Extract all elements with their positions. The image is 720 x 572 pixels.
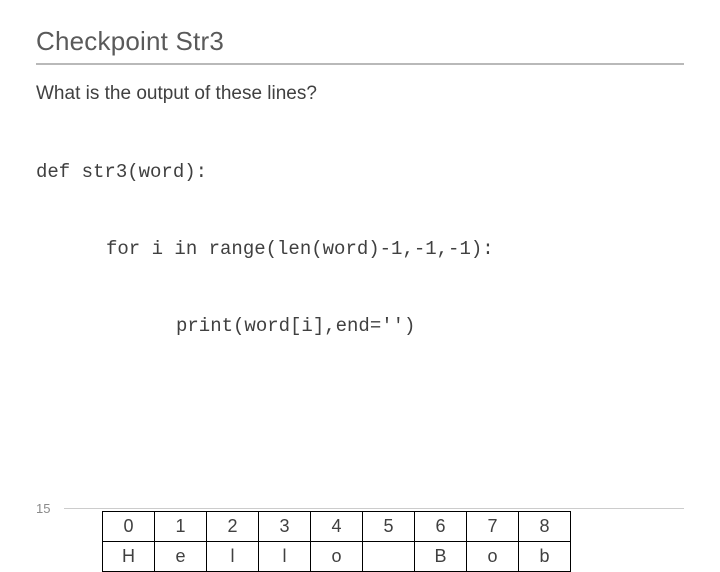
char-cell: e (155, 541, 207, 571)
char-cell: o (311, 541, 363, 571)
char-cell: B (415, 541, 467, 571)
string-table: 0 1 2 3 4 5 6 7 8 H e l l o B o b (102, 511, 684, 572)
title-block: Checkpoint Str3 (36, 26, 684, 65)
table-row: H e l l o B o b (103, 541, 571, 571)
char-cell: l (207, 541, 259, 571)
char-cell: H (103, 541, 155, 571)
footer-rule (64, 508, 684, 509)
code-block: def str3(word): for i in range(len(word)… (36, 109, 684, 391)
table: 0 1 2 3 4 5 6 7 8 H e l l o B o b (102, 511, 571, 572)
title-rule (36, 63, 684, 65)
code-line-3: print(word[i],end='') (36, 314, 684, 340)
char-cell: o (467, 541, 519, 571)
page-number: 15 (36, 501, 64, 516)
slide-title: Checkpoint Str3 (36, 26, 684, 57)
slide: Checkpoint Str3 What is the output of th… (0, 0, 720, 540)
char-cell (363, 541, 415, 571)
footer: 15 (0, 501, 720, 516)
body: What is the output of these lines? def s… (36, 81, 684, 391)
char-cell: l (259, 541, 311, 571)
code-line-2: for i in range(len(word)-1,-1,-1): (36, 237, 684, 263)
char-cell: b (519, 541, 571, 571)
code-line-1: def str3(word): (36, 160, 684, 186)
question-text: What is the output of these lines? (36, 81, 684, 107)
